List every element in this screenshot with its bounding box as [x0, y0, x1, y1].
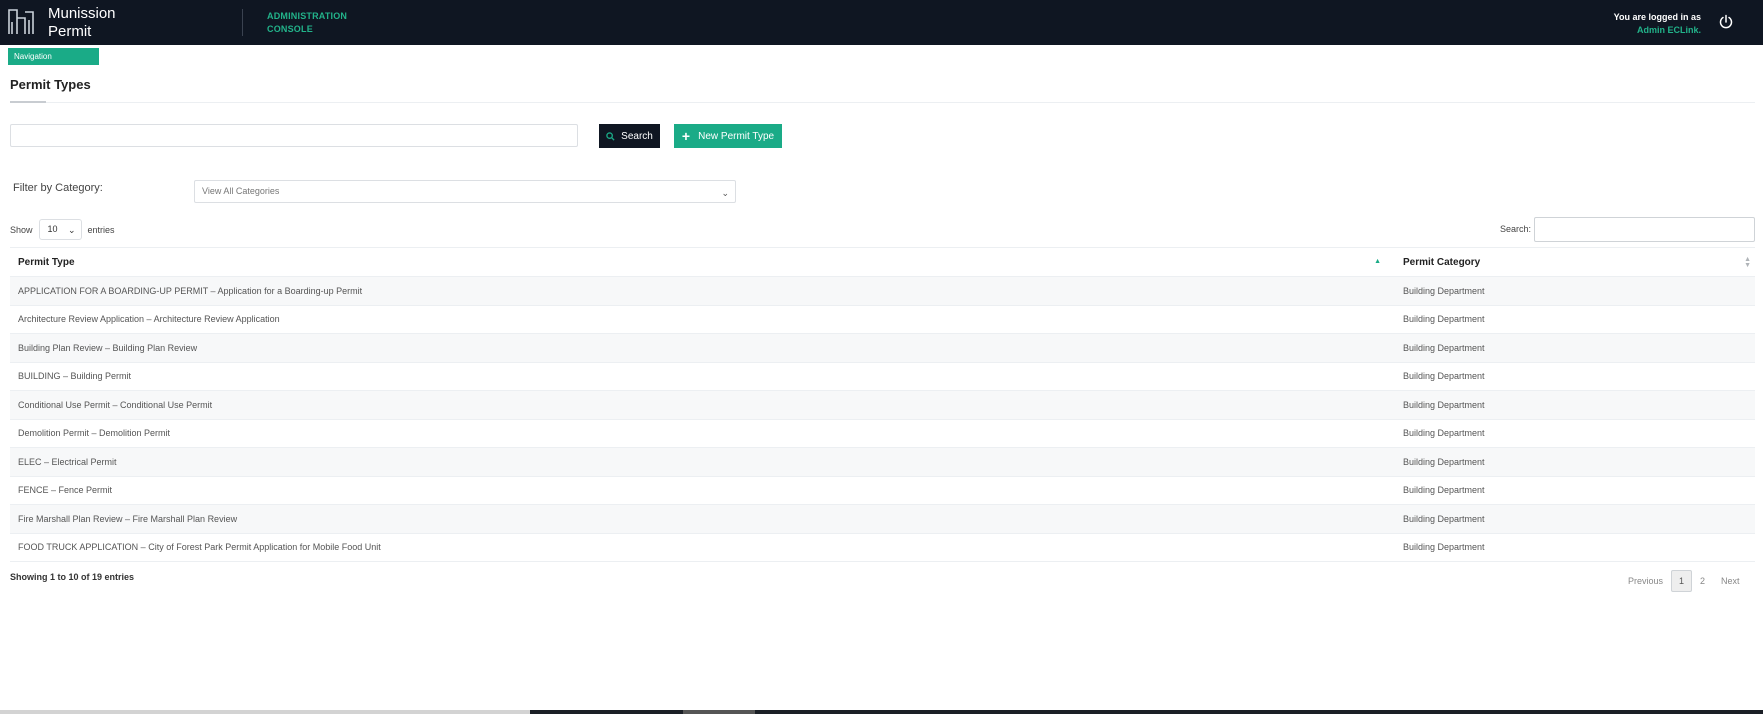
column-header-permit-category[interactable]: Permit Category ▲ ▼: [1395, 247, 1755, 277]
title-accent: [10, 101, 46, 103]
pagination: Previous 1 2 Next: [1620, 570, 1748, 592]
table-search-input[interactable]: [1534, 217, 1755, 242]
search-input[interactable]: [10, 124, 578, 147]
table-row[interactable]: Architecture Review Application – Archit…: [10, 305, 1755, 334]
table-row[interactable]: Building Plan Review – Building Plan Rev…: [10, 333, 1755, 363]
show-label: Show: [10, 224, 33, 235]
permit-category-cell: Building Department: [1395, 333, 1755, 363]
table-row[interactable]: FOOD TRUCK APPLICATION – City of Forest …: [10, 533, 1755, 562]
permit-type-cell: Architecture Review Application – Archit…: [10, 305, 1395, 334]
permit-types-table: Permit Type ▲ Permit Category ▲ ▼ APPLICA…: [10, 247, 1755, 562]
permit-category-cell: Building Department: [1395, 362, 1755, 391]
building-logo-icon[interactable]: [7, 6, 39, 36]
entries-control: Show 10 ⌄ entries: [10, 219, 115, 240]
login-label: You are logged in as: [1613, 12, 1701, 22]
table-row[interactable]: ELEC – Electrical Permit Building Departm…: [10, 447, 1755, 477]
search-button-label: Search: [621, 130, 653, 142]
entries-select[interactable]: 10 ⌄: [38, 219, 82, 240]
new-permit-type-label: New Permit Type: [698, 130, 775, 142]
permit-category-cell: Building Department: [1395, 419, 1755, 448]
permit-type-cell: Fire Marshall Plan Review – Fire Marshal…: [10, 504, 1395, 534]
table-row[interactable]: APPLICATION FOR A BOARDING-UP PERMIT – A…: [10, 276, 1755, 306]
entries-label: entries: [87, 224, 115, 235]
plus-icon: +: [681, 128, 691, 144]
table-header-row: Permit Type ▲ Permit Category ▲ ▼: [10, 247, 1755, 277]
permit-type-cell: ELEC – Electrical Permit: [10, 447, 1395, 477]
permit-category-cell: Building Department: [1395, 305, 1755, 334]
power-icon[interactable]: [1718, 14, 1734, 30]
filter-label: Filter by Category:: [13, 182, 103, 194]
brand-name[interactable]: Munission Permit: [48, 5, 116, 41]
login-user[interactable]: Admin ECLink.: [1614, 24, 1701, 37]
console-label: ADMINISTRATION CONSOLE: [267, 10, 347, 36]
search-icon: [606, 131, 615, 141]
pagination-page-1[interactable]: 1: [1671, 570, 1693, 592]
pagination-page-2[interactable]: 2: [1692, 576, 1713, 586]
permit-category-cell: Building Department: [1395, 447, 1755, 477]
brand-line-2: Permit: [48, 23, 92, 40]
new-permit-type-button[interactable]: + New Permit Type: [674, 124, 782, 148]
permit-category-cell: Building Department: [1395, 504, 1755, 534]
table-row[interactable]: Conditional Use Permit – Conditional Use…: [10, 390, 1755, 420]
permit-type-cell: FOOD TRUCK APPLICATION – City of Forest …: [10, 533, 1395, 562]
table-row[interactable]: FENCE – Fence Permit Building Department: [10, 476, 1755, 505]
permit-type-cell: Conditional Use Permit – Conditional Use…: [10, 390, 1395, 420]
page-title: Permit Types: [10, 77, 91, 92]
scrollbar-track-segment: [0, 710, 530, 714]
navigation-button[interactable]: Navigation: [8, 48, 99, 65]
scrollbar-thumb[interactable]: [683, 710, 755, 714]
top-header: Munission Permit ADMINISTRATION CONSOLE …: [0, 0, 1763, 45]
table-row[interactable]: Demolition Permit – Demolition Permit Bui…: [10, 419, 1755, 448]
column-header-permit-type[interactable]: Permit Type ▲: [10, 247, 1395, 277]
permit-category-cell: Building Department: [1395, 476, 1755, 505]
console-line-1: ADMINISTRATION: [267, 11, 348, 21]
chevron-down-icon: ⌄: [67, 225, 76, 235]
title-divider: [10, 102, 1755, 103]
pagination-previous[interactable]: Previous: [1620, 576, 1671, 586]
permit-type-cell: APPLICATION FOR A BOARDING-UP PERMIT – A…: [10, 276, 1395, 306]
permit-type-cell: Building Plan Review – Building Plan Rev…: [10, 333, 1395, 363]
sort-ascending-icon: ▲: [1374, 258, 1381, 265]
permit-type-cell: BUILDING – Building Permit: [10, 362, 1395, 391]
column-header-label: Permit Category: [1403, 256, 1481, 268]
category-filter-select[interactable]: View All Categories ⌄: [194, 180, 736, 203]
table-search-label: Search:: [1500, 224, 1532, 234]
table-info: Showing 1 to 10 of 19 entries: [10, 572, 135, 582]
header-divider: [242, 9, 243, 36]
permit-type-cell: FENCE – Fence Permit: [10, 476, 1395, 505]
chevron-down-icon: ⌄: [721, 188, 729, 198]
login-status: You are logged in as Admin ECLink.: [1614, 11, 1701, 37]
entries-value: 10: [47, 224, 58, 234]
category-filter-value: View All Categories: [202, 186, 280, 196]
table-row[interactable]: Fire Marshall Plan Review – Fire Marshal…: [10, 504, 1755, 534]
permit-category-cell: Building Department: [1395, 533, 1755, 562]
pagination-next[interactable]: Next: [1713, 576, 1748, 586]
permit-category-cell: Building Department: [1395, 390, 1755, 420]
permit-category-cell: Building Department: [1395, 276, 1755, 306]
horizontal-scrollbar[interactable]: [0, 710, 1763, 714]
search-button[interactable]: Search: [599, 124, 660, 148]
brand-line-1: Munission: [48, 5, 116, 22]
permit-type-cell: Demolition Permit – Demolition Permit: [10, 419, 1395, 448]
table-row[interactable]: BUILDING – Building Permit Building Depar…: [10, 362, 1755, 391]
column-header-label: Permit Type: [18, 256, 75, 268]
sort-both-icon: ▲ ▼: [1744, 256, 1751, 269]
console-line-2: CONSOLE: [267, 24, 313, 34]
